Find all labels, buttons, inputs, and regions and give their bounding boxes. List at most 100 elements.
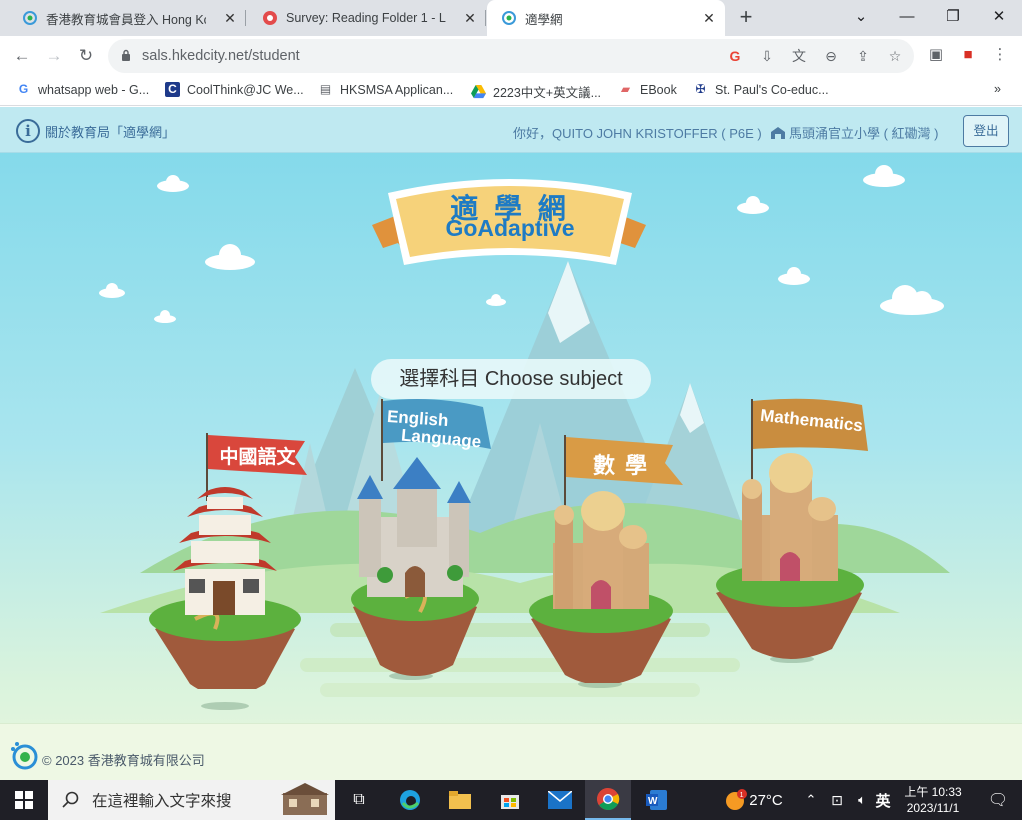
- bookmark-whatsapp[interactable]: G whatsapp web - G...: [16, 82, 149, 97]
- more-bookmarks-button[interactable]: »: [994, 82, 1001, 96]
- bookmark-star-icon[interactable]: ☆: [886, 47, 904, 65]
- subject-mathematics-english[interactable]: Mathematics: [712, 397, 882, 667]
- url-text: sals.hkedcity.net/student: [142, 48, 300, 64]
- about-label: 關於教育局「適學網」: [45, 124, 176, 140]
- subject-chinese-language[interactable]: 中國語文: [145, 429, 315, 697]
- subject-scene: 適 學 網 GoAdaptive 選擇科目 Choose subject 中國語…: [0, 153, 1022, 723]
- windows-taskbar: 在這裡輸入文字來搜 ⧉ W 1 27°C ⌃ ⊡ 🔈︎ 英 上午 10:33 2…: [0, 780, 1022, 820]
- lock-icon: [122, 49, 130, 61]
- pagoda-icon: [173, 487, 277, 615]
- forward-button[interactable]: →: [42, 44, 66, 68]
- word-icon[interactable]: W: [636, 780, 678, 820]
- tab-title: 適學網: [525, 12, 563, 27]
- windows-logo-icon: [15, 791, 33, 809]
- taskbar-search-box[interactable]: 在這裡輸入文字來搜: [48, 780, 335, 820]
- zoom-icon[interactable]: ⊖: [822, 47, 840, 65]
- notification-icon[interactable]: 🗨︎: [978, 780, 1018, 820]
- back-button[interactable]: ←: [10, 44, 34, 68]
- hkedcity-favicon-icon: [502, 11, 516, 25]
- subject-label: 中國語文: [219, 447, 296, 468]
- weather-temperature[interactable]: 27°C: [746, 780, 786, 820]
- mail-icon[interactable]: [540, 780, 580, 820]
- browser-menu-icon[interactable]: ⋮: [990, 45, 1010, 65]
- school-crest-icon: ✠: [695, 82, 706, 96]
- edge-browser-icon[interactable]: [390, 780, 430, 820]
- file-explorer-icon[interactable]: [440, 780, 480, 820]
- tab-title: 香港教育城會員登入 Hong Kong: [46, 12, 206, 27]
- google-icon: G: [18, 82, 29, 96]
- install-app-icon[interactable]: ⇩: [758, 47, 776, 65]
- tab-hkedcity-login[interactable]: 香港教育城會員登入 Hong Kong ✕: [8, 0, 246, 36]
- address-bar[interactable]: sals.hkedcity.net/student G ⇩ 文 ⊖ ⇪ ☆: [108, 39, 914, 73]
- user-greeting: 你好，QUITO JOHN KRISTOFFER ( P6E ): [513, 126, 762, 141]
- close-tab-icon[interactable]: ✕: [701, 10, 717, 26]
- school-building-icon: [771, 126, 785, 139]
- tab-title: Survey: Reading Folder 1 - Lea: [286, 11, 446, 25]
- bookmark-drive[interactable]: 2223中文+英文議...: [471, 82, 601, 101]
- network-icon[interactable]: ⊡: [824, 780, 850, 820]
- browser-toolbar: ← → ↻ sals.hkedcity.net/student G ⇩ 文 ⊖ …: [0, 36, 1022, 76]
- translate-icon[interactable]: 文: [790, 47, 808, 65]
- close-tab-icon[interactable]: ✕: [222, 10, 238, 26]
- store-icon[interactable]: [490, 780, 530, 820]
- bookmark-ebook[interactable]: ▰ EBook: [618, 82, 677, 97]
- weather-badge: 1: [740, 792, 744, 799]
- hkedcity-favicon-icon: [23, 11, 37, 25]
- bookmark-label: whatsapp web - G...: [38, 82, 150, 97]
- site-footer: © 2023 香港教育城有限公司: [0, 723, 1022, 780]
- palace-icon: [742, 453, 838, 581]
- clock-date: 2023/11/1: [906, 801, 960, 815]
- ebook-icon: ▰: [620, 82, 631, 96]
- logout-button[interactable]: 登出: [963, 115, 1009, 147]
- show-hidden-icons[interactable]: ⌃: [800, 780, 822, 820]
- bookmark-label: EBook: [640, 82, 677, 97]
- subject-label: 數 學: [592, 453, 650, 478]
- clock[interactable]: 上午 10:33 2023/11/1: [898, 780, 968, 820]
- close-tab-icon[interactable]: ✕: [462, 10, 478, 26]
- hkedcity-logo-icon: [11, 742, 38, 770]
- bookmark-st-pauls[interactable]: ✠ St. Paul's Co-educ...: [693, 82, 829, 97]
- restore-button[interactable]: ❐: [930, 0, 976, 32]
- bookmark-coolthink[interactable]: C CoolThink@JC We...: [165, 82, 304, 97]
- survey-favicon-icon: [263, 11, 277, 25]
- math-en-island-art: [716, 398, 868, 659]
- search-icon: [62, 791, 79, 808]
- coolthink-icon: C: [165, 82, 180, 97]
- search-placeholder: 在這裡輸入文字來搜: [92, 793, 232, 810]
- volume-icon[interactable]: 🔈︎: [850, 780, 874, 820]
- chrome-taskbar-icon[interactable]: [585, 780, 631, 820]
- more-bookmarks-label: »: [994, 82, 1001, 96]
- about-link[interactable]: i 關於教育局「適學網」: [16, 119, 175, 143]
- share-icon[interactable]: ⇪: [854, 47, 872, 65]
- tab-search-icon[interactable]: ⌄: [838, 0, 884, 32]
- bookmark-hksmsa[interactable]: ▤ HKSMSA Applican...: [318, 82, 453, 97]
- school-name: 馬頭涌官立小學 ( 紅磡灣 ): [770, 123, 939, 142]
- reload-button[interactable]: ↻: [74, 44, 98, 68]
- tab-goadaptive[interactable]: 適學網 ✕: [487, 0, 725, 36]
- bookmarks-bar: G whatsapp web - G... C CoolThink@JC We.…: [0, 76, 1022, 106]
- browser-tab-strip: 香港教育城會員登入 Hong Kong ✕ Survey: Reading Fo…: [0, 0, 1022, 36]
- choose-subject-heading: 選擇科目 Choose subject: [371, 359, 651, 399]
- logo-english-title: GoAdaptive: [445, 215, 575, 241]
- copyright-text: © 2023 香港教育城有限公司: [42, 753, 205, 768]
- bookmark-label: St. Paul's Co-educ...: [715, 82, 829, 97]
- new-tab-button[interactable]: +: [734, 6, 758, 30]
- close-window-button[interactable]: ✕: [976, 0, 1022, 32]
- side-panel-icon[interactable]: ▣: [926, 45, 946, 65]
- tab-survey[interactable]: Survey: Reading Folder 1 - Lea ✕: [248, 0, 486, 36]
- input-method-indicator[interactable]: 英: [872, 780, 894, 820]
- svg-text:W: W: [648, 796, 658, 807]
- minimize-button[interactable]: —: [884, 0, 930, 32]
- subject-english-language[interactable]: English Language: [345, 397, 505, 677]
- subject-mathematics-chinese[interactable]: 數 學: [525, 433, 685, 685]
- google-lens-icon[interactable]: G: [726, 47, 744, 65]
- search-highlight-icon: [281, 783, 329, 815]
- bookmark-label: CoolThink@JC We...: [187, 82, 304, 97]
- extension-icon[interactable]: ■: [958, 45, 978, 65]
- clock-time: 上午 10:33: [904, 785, 962, 799]
- start-button[interactable]: [0, 780, 48, 820]
- info-icon: i: [16, 119, 40, 143]
- document-icon: ▤: [319, 82, 332, 96]
- task-view-icon[interactable]: ⧉: [340, 780, 378, 820]
- site-header: i 關於教育局「適學網」 你好，QUITO JOHN KRISTOFFER ( …: [0, 107, 1022, 153]
